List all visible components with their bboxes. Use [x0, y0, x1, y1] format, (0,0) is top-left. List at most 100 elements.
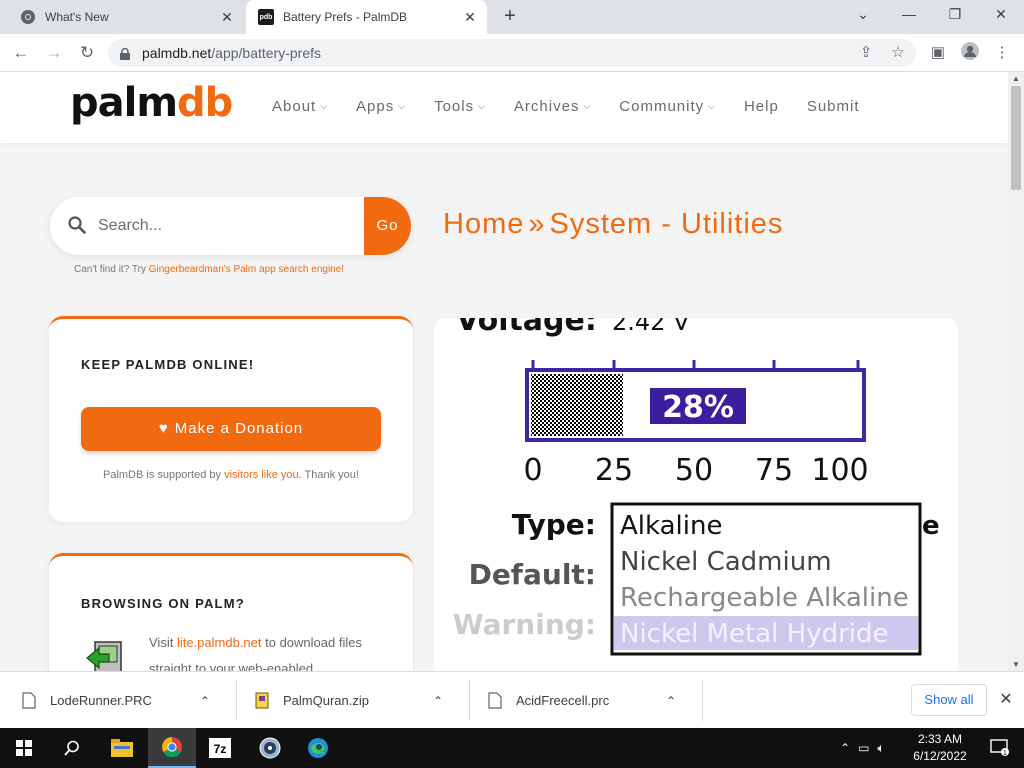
tab-title: Battery Prefs - PalmDB	[283, 10, 408, 24]
reload-icon[interactable]: ↻	[75, 41, 99, 65]
search-engine-link[interactable]: Gingerbeardman's Palm app search engine!	[149, 264, 344, 275]
download-name: LodeRunner.PRC	[50, 693, 152, 708]
url-host: palmdb.net	[142, 45, 212, 61]
breadcrumb-home[interactable]: Home	[443, 208, 524, 240]
chevron-up-icon[interactable]: ⌃	[666, 694, 676, 708]
chevron-up-icon[interactable]: ⌃	[840, 741, 850, 755]
page-scrollbar[interactable]: ▲ ▼	[1008, 72, 1024, 671]
system-tray: ⌃ ▭ 🔈︎	[840, 728, 893, 768]
profile-avatar-icon[interactable]	[958, 41, 982, 65]
side-panel-icon[interactable]: ▣	[926, 41, 950, 65]
chevron-down-icon: ⌵	[478, 101, 486, 111]
zip-file-icon	[255, 692, 269, 709]
close-tab-icon[interactable]: ✕	[216, 9, 238, 26]
chevron-up-icon[interactable]: ⌃	[433, 694, 443, 708]
notification-icon[interactable]: 1	[976, 728, 1024, 768]
file-explorer-icon[interactable]	[98, 728, 146, 768]
close-window-icon[interactable]: ✕	[978, 0, 1024, 30]
close-download-bar-icon[interactable]: ✕	[996, 688, 1016, 712]
palm-browsing-card: BROWSING ON PALM? Visit lite.palmdb.net …	[49, 553, 413, 671]
restore-icon[interactable]: ❐	[932, 0, 978, 30]
palm-card-text: Visit lite.palmdb.net to download files …	[149, 635, 362, 671]
chevron-up-icon[interactable]: ⌃	[200, 694, 210, 708]
scale-tick: 50	[675, 453, 713, 488]
battery-type-option: Rechargeable Alkaline	[620, 583, 909, 613]
network-icon[interactable]: ▭	[858, 741, 869, 755]
bookmark-star-icon[interactable]: ☆	[886, 41, 910, 65]
heart-icon: ♥	[158, 420, 169, 437]
address-toolbar: ← → ↻ palmdb.net/app/battery-prefs ⇪ ☆ ▣…	[0, 34, 1024, 72]
windows-start-icon[interactable]	[0, 728, 48, 768]
palm-card-title: BROWSING ON PALM?	[81, 596, 245, 611]
donate-button[interactable]: ♥ Make a Donation	[81, 407, 381, 451]
search-icon[interactable]	[48, 728, 96, 768]
battery-type-option: Nickel Cadmium	[620, 547, 832, 577]
search-input[interactable]	[98, 211, 358, 241]
palm-download-icon	[85, 640, 127, 671]
breadcrumb-category[interactable]: System - Utilities	[550, 208, 784, 240]
nav-community[interactable]: Community ⌵	[619, 98, 716, 115]
donate-card-title: KEEP PALMDB ONLINE!	[81, 357, 255, 372]
nav-tools[interactable]: Tools ⌵	[434, 98, 486, 115]
tab-whats-new[interactable]: What's New ✕	[8, 0, 244, 34]
close-tab-icon[interactable]: ✕	[459, 9, 481, 26]
forward-arrow-icon[interactable]: →	[42, 41, 66, 65]
scroll-down-icon[interactable]: ▼	[1012, 660, 1020, 669]
scroll-up-icon[interactable]: ▲	[1012, 74, 1020, 83]
voltage-label: Voltage:	[456, 318, 597, 338]
share-icon[interactable]: ⇪	[854, 41, 878, 65]
search-hint: Can't find it? Try Gingerbeardman's Palm…	[74, 264, 345, 275]
default-label: Default:	[469, 558, 596, 591]
nav-apps[interactable]: Apps ⌵	[356, 98, 406, 115]
battery-type-option: Alkaline	[620, 511, 722, 541]
url-bar[interactable]: palmdb.net/app/battery-prefs	[108, 39, 916, 67]
tab-search-icon[interactable]: ⌄	[840, 0, 886, 30]
breadcrumb: Home» System - Utilities	[443, 208, 784, 240]
palmdb-logo[interactable]: palmdb	[70, 80, 233, 126]
menu-kebab-icon[interactable]: ⋮	[990, 41, 1014, 65]
download-name: AcidFreecell.prc	[516, 693, 610, 708]
nav-help[interactable]: Help	[744, 98, 779, 115]
scale-tick: 75	[755, 453, 793, 488]
chrome-icon	[20, 9, 36, 25]
download-item[interactable]: PalmQuran.zip ⌃	[255, 672, 443, 729]
nav-about[interactable]: About ⌵	[272, 98, 328, 115]
volume-icon[interactable]: 🔈︎	[877, 741, 884, 756]
taskbar-clock[interactable]: 2:33 AM 6/12/2022	[904, 731, 976, 765]
tab-battery-prefs[interactable]: pdb Battery Prefs - PalmDB ✕	[246, 0, 487, 34]
scale-tick: 100	[811, 453, 868, 488]
battery-type-option: Nickel Metal Hydride	[620, 619, 888, 649]
7zip-icon[interactable]: 7z	[196, 728, 244, 768]
palmdb-favicon: pdb	[258, 9, 274, 25]
nav-submit[interactable]: Submit	[807, 98, 860, 115]
scale-tick: 0	[523, 453, 542, 488]
voltage-value: 2.42 V	[612, 318, 690, 336]
nav-archives[interactable]: Archives ⌵	[514, 98, 591, 115]
app-screenshot[interactable]: Voltage: 2.42 V 28% 0 25 50 75 100 Type:…	[434, 318, 958, 671]
main-nav: About ⌵ Apps ⌵ Tools ⌵ Archives ⌵ Community ⌵…	[272, 98, 888, 115]
download-item[interactable]: LodeRunner.PRC ⌃	[22, 672, 210, 729]
scrollbar-thumb[interactable]	[1011, 86, 1021, 190]
chevron-down-icon: ⌵	[398, 101, 407, 111]
chevron-down-icon: ⌵	[708, 101, 716, 111]
chevron-down-icon: ⌵	[320, 101, 329, 111]
donate-note: PalmDB is supported by visitors like you…	[103, 469, 359, 481]
search-go-button[interactable]: Go	[364, 197, 411, 255]
scale-tick: 25	[595, 453, 633, 488]
disc-app-icon[interactable]	[246, 728, 294, 768]
visitors-link[interactable]: visitors like you	[224, 469, 299, 481]
url-path: /app/battery-prefs	[211, 45, 322, 61]
back-arrow-icon[interactable]: ←	[9, 41, 33, 65]
site-header: palmdb About ⌵ Apps ⌵ Tools ⌵ Archives ⌵ Com…	[0, 72, 1008, 143]
edge-icon[interactable]	[294, 728, 342, 768]
chrome-taskbar-icon[interactable]	[148, 728, 196, 768]
show-all-downloads-button[interactable]: Show all	[911, 684, 987, 716]
battery-percent: 28%	[662, 390, 734, 425]
clock-date: 6/12/2022	[913, 749, 967, 763]
download-name: PalmQuran.zip	[283, 693, 369, 708]
lite-palmdb-link[interactable]: lite.palmdb.net	[177, 635, 262, 650]
minimize-icon[interactable]: —	[886, 0, 932, 30]
download-item[interactable]: AcidFreecell.prc ⌃	[488, 672, 676, 729]
new-tab-icon[interactable]: +	[498, 4, 522, 28]
trailing-char: e	[922, 511, 940, 541]
